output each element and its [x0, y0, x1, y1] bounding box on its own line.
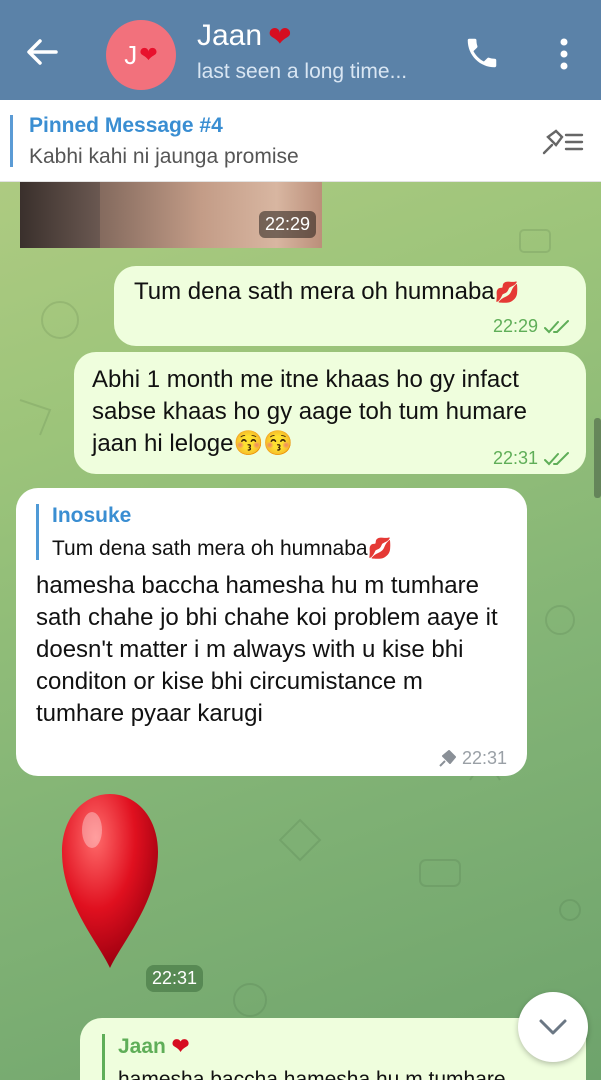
message-time: 22:31: [146, 965, 204, 992]
heart-icon: ❤: [268, 20, 292, 52]
kiss-mark-emoji: 💋: [367, 538, 393, 560]
unpin-list-icon: [542, 129, 584, 155]
reply-preview-text: Tum dena sath mera oh humnaba: [52, 537, 368, 560]
back-arrow-icon: [27, 39, 58, 65]
heart-icon: ❤: [171, 1035, 190, 1058]
message-meta: 22:31: [438, 748, 507, 769]
scroll-to-bottom-button[interactable]: [518, 992, 588, 1062]
more-options-button[interactable]: [552, 36, 576, 72]
message-time: 22:31: [492, 448, 538, 468]
pinned-indicator: [10, 115, 13, 167]
chat-header: J ❤ Jaan ❤ last seen a long time...: [0, 0, 601, 100]
reply-author-name: Jaan: [118, 1035, 166, 1058]
kiss-mark-emoji: 💋: [494, 282, 520, 304]
photo-message[interactable]: 22:29: [20, 182, 322, 248]
avatar-letter: J: [124, 39, 138, 70]
red-heart-balloon-sticker[interactable]: [60, 792, 160, 970]
message-time: 22:29: [492, 316, 538, 336]
call-button[interactable]: [463, 34, 501, 72]
message-body: Tum dena sath mera oh humnaba: [134, 278, 495, 305]
last-seen-status: last seen a long time...: [197, 60, 408, 83]
pinned-title: Pinned Message #4: [29, 114, 223, 137]
scrollbar[interactable]: [594, 418, 601, 498]
outgoing-message[interactable]: Tum dena sath mera oh humnaba💋 22:29: [114, 266, 586, 346]
message-text: Abhi 1 month me itne khaas ho gy infact …: [92, 364, 574, 460]
more-vertical-icon: [560, 38, 568, 70]
reply-author: Jaan ❤: [118, 1034, 189, 1059]
pinned-text: Kabhi kahi ni jaunga promise: [29, 145, 299, 168]
chat-title[interactable]: Jaan ❤: [197, 19, 292, 53]
heart-icon: ❤: [139, 42, 158, 67]
photo-shadow: [20, 182, 100, 248]
avatar[interactable]: J ❤: [106, 20, 176, 90]
outgoing-message[interactable]: Abhi 1 month me itne khaas ho gy infact …: [74, 352, 586, 474]
incoming-message[interactable]: Inosuke Tum dena sath mera oh humnaba💋 h…: [16, 488, 527, 776]
chevron-down-icon: [539, 1019, 567, 1035]
kissing-face-emoji: 😚😚: [233, 430, 294, 457]
message-body: Abhi 1 month me itne khaas ho gy infact …: [92, 366, 527, 457]
reply-preview: hamesha baccha hamesha hu m tumhare: [118, 1068, 506, 1080]
message-time: 22:31: [461, 748, 507, 768]
message-text: Tum dena sath mera oh humnaba💋: [134, 276, 574, 309]
message-meta: 22:31: [493, 448, 572, 469]
unpin-button[interactable]: [540, 127, 584, 157]
reply-preview: Tum dena sath mera oh humnaba💋: [52, 536, 392, 561]
reply-indicator: [36, 504, 39, 560]
reply-indicator: [102, 1034, 105, 1080]
phone-icon: [467, 38, 497, 68]
double-check-icon: [544, 319, 569, 333]
message-time: 22:29: [258, 211, 316, 238]
pin-icon: [439, 749, 456, 767]
pinned-message-bar[interactable]: [0, 100, 601, 182]
double-check-icon: [544, 451, 569, 465]
reply-author: Inosuke: [52, 504, 132, 527]
chat-title-text: Jaan: [197, 19, 263, 52]
back-button[interactable]: [22, 34, 62, 70]
message-meta: 22:29: [493, 316, 572, 337]
message-text: hamesha baccha hamesha hu m tumhare sath…: [36, 572, 498, 727]
outgoing-message[interactable]: Jaan ❤ hamesha baccha hamesha hu m tumha…: [80, 1018, 586, 1080]
